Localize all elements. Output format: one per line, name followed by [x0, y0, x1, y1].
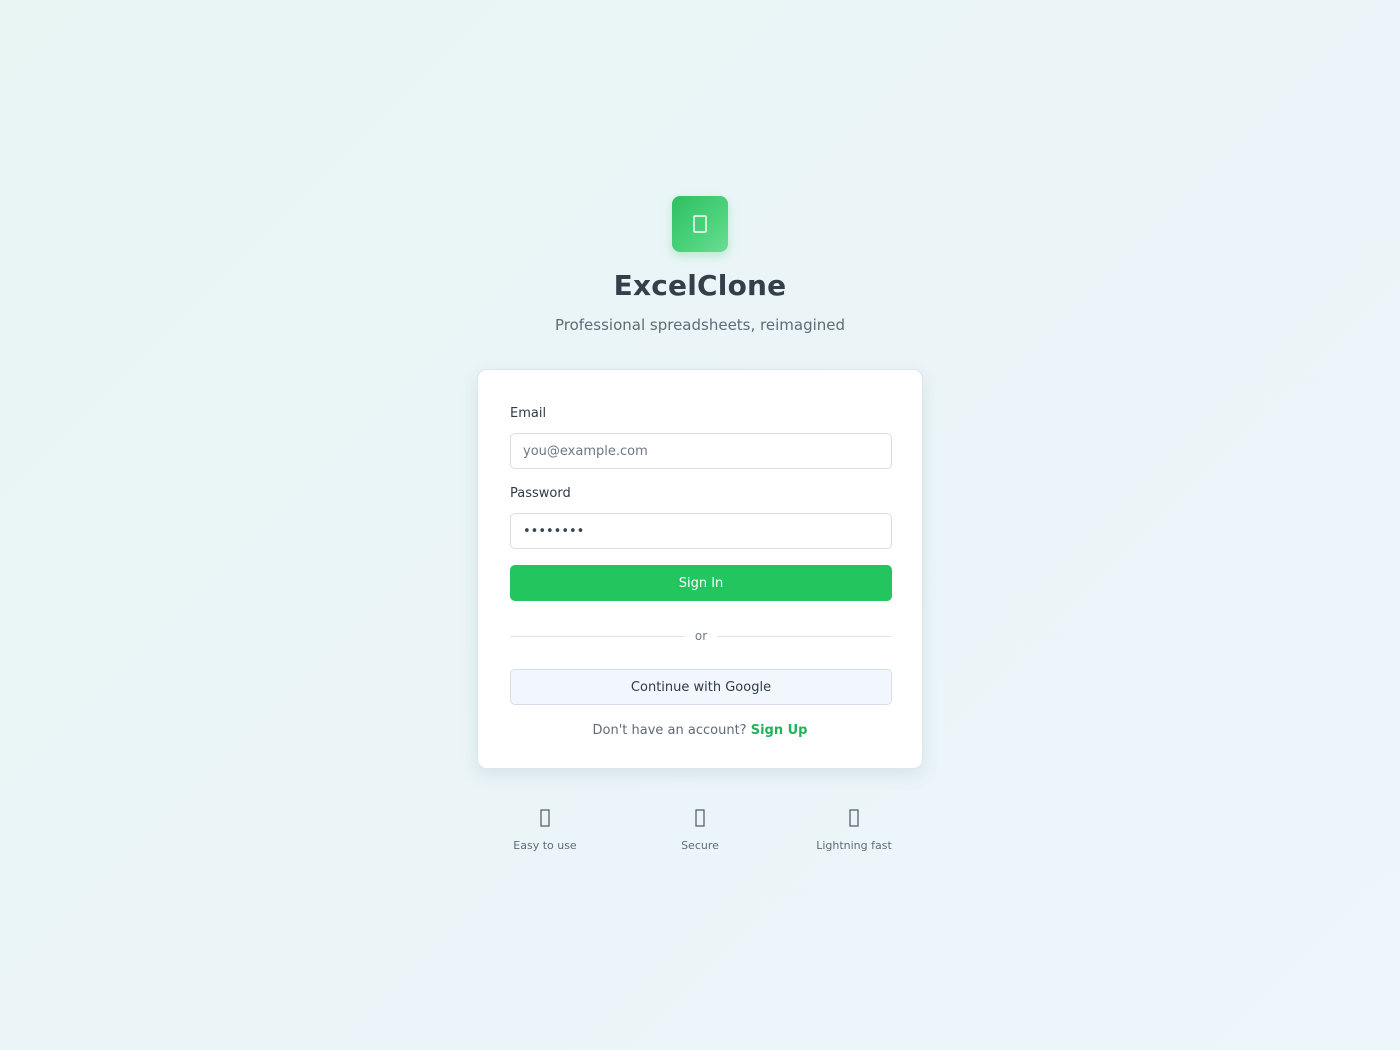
email-label: Email — [510, 406, 547, 421]
divider-text: or — [694, 629, 708, 643]
feature-item: Lightning fast — [789, 806, 919, 853]
email-input[interactable] — [510, 433, 892, 469]
sign-in-button[interactable]: Sign In — [510, 565, 892, 601]
app-title: ExcelClone — [613, 269, 787, 302]
login-page: ExcelClone Professional spreadsheets, re… — [0, 0, 1400, 1050]
app-subtitle: Professional spreadsheets, reimagined — [554, 316, 846, 334]
feature-label: Easy to use — [513, 839, 577, 852]
google-signin-button[interactable]: Continue with Google — [510, 669, 892, 705]
password-label: Password — [510, 486, 571, 501]
lock-icon — [635, 806, 765, 830]
login-card: Email Password Sign In or Continue with … — [477, 369, 923, 769]
divider-line-left — [510, 635, 685, 637]
spreadsheet-icon — [693, 215, 707, 233]
app-logo — [672, 196, 728, 252]
signup-row: Don't have an account? Sign Up — [510, 722, 890, 740]
sign-up-link[interactable]: Sign Up — [751, 723, 808, 738]
signup-prompt: Don't have an account? — [592, 723, 747, 738]
feature-item: Secure — [635, 806, 765, 853]
feature-item: Easy to use — [480, 806, 610, 853]
or-divider: or — [510, 627, 892, 645]
divider-line-right — [717, 635, 892, 637]
brand-header: ExcelClone Professional spreadsheets, re… — [0, 196, 1400, 336]
feature-list: Easy to use Secure Lightning fast — [0, 806, 1400, 866]
check-icon — [480, 806, 610, 830]
password-input[interactable] — [510, 513, 892, 549]
bolt-icon — [789, 806, 919, 830]
feature-label: Lightning fast — [816, 839, 892, 852]
feature-label: Secure — [681, 839, 719, 852]
